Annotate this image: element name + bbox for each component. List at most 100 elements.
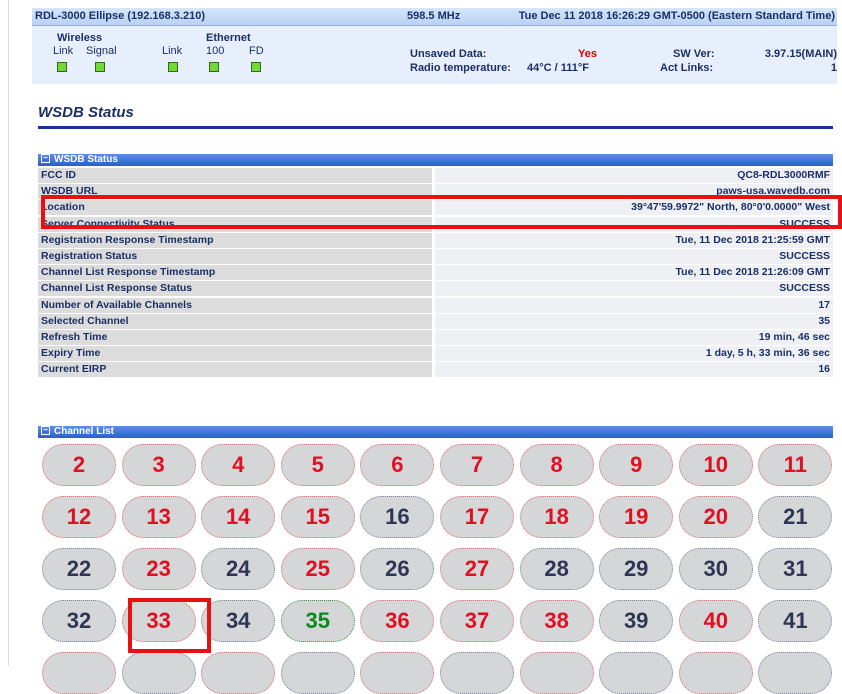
collapse-icon[interactable]: −	[41, 425, 50, 435]
channel-button[interactable]: 37	[440, 600, 514, 642]
channel-button[interactable]: 21	[758, 496, 833, 538]
row-key: Refresh Time	[38, 330, 432, 345]
row-key: Channel List Response Timestamp	[38, 265, 432, 281]
channel-button[interactable]	[121, 652, 196, 694]
channel-button[interactable]	[758, 652, 833, 694]
channel-button[interactable]: 19	[599, 496, 674, 538]
eth-100-led	[209, 62, 219, 72]
channel-button[interactable]: 28	[519, 548, 594, 590]
radio-temp-value: 44°C / 111°F	[527, 62, 590, 74]
table-row: Current EIRP 16	[38, 362, 833, 378]
channel-button[interactable]: 6	[360, 444, 435, 486]
channel-button[interactable]: 17	[440, 496, 514, 538]
table-row: Channel List Response Timestamp Tue, 11 D…	[38, 265, 833, 281]
channel-button[interactable]: 22	[42, 548, 116, 590]
row-key: Expiry Time	[38, 346, 432, 362]
channel-button[interactable]	[360, 652, 435, 694]
table-row: Selected Channel 35	[38, 313, 833, 330]
channel-button[interactable]: 16	[360, 496, 435, 538]
unsaved-data-label: Unsaved Data:	[410, 48, 487, 60]
channel-button[interactable]: 30	[678, 548, 753, 590]
channel-button[interactable]: 35	[280, 600, 355, 642]
channel-button[interactable]	[42, 652, 116, 694]
channel-button[interactable]: 29	[599, 548, 674, 590]
channel-button[interactable]: 38	[519, 600, 594, 642]
channel-button[interactable]: 2	[42, 444, 116, 486]
channel-button[interactable]: 39	[599, 600, 674, 642]
collapse-icon[interactable]: −	[41, 153, 50, 163]
table-row: Refresh Time 19 min, 46 sec	[38, 330, 833, 346]
channel-button[interactable]: 27	[440, 548, 514, 590]
row-value: QC8-RDL3000RMF	[435, 168, 833, 183]
row-key: Registration Status	[38, 249, 432, 264]
ethernet-label: Ethernet	[206, 32, 251, 44]
table-row: FCC ID QC8-RDL3000RMF	[38, 168, 833, 184]
device-name: RDL-3000 Ellipse (192.168.3.210)	[35, 10, 205, 22]
table-row: Expiry Time 1 day, 5 h, 33 min, 36 sec	[38, 346, 833, 362]
row-value: Tue, 11 Dec 2018 21:26:09 GMT	[435, 265, 833, 281]
channel-button[interactable]: 24	[201, 548, 276, 590]
wireless-signal-led	[95, 62, 105, 72]
row-value: SUCCESS	[435, 249, 833, 264]
channel-button[interactable]: 18	[519, 496, 594, 538]
channel-button[interactable]	[678, 652, 753, 694]
channel-button[interactable]: 7	[440, 444, 514, 486]
channel-button[interactable]: 8	[519, 444, 594, 486]
channel-button[interactable]: 41	[758, 600, 833, 642]
channel-button[interactable]: 4	[201, 444, 276, 486]
row-key: Number of Available Channels	[38, 297, 432, 313]
wsdb-status-header[interactable]: − WSDB Status	[38, 153, 833, 166]
eth-fd-led	[251, 62, 261, 72]
channel-button[interactable]: 9	[599, 444, 674, 486]
channel-button[interactable]: 15	[280, 496, 355, 538]
location-highlight-box	[41, 195, 842, 229]
table-row: Number of Available Channels 17	[38, 297, 833, 314]
eth-100-label: 100	[206, 45, 225, 57]
channel-button[interactable]	[599, 652, 674, 694]
channel-button[interactable]	[519, 652, 594, 694]
channel-button[interactable]: 13	[121, 496, 196, 538]
channel-button[interactable]: 40	[678, 600, 753, 642]
wireless-signal-label: Signal	[86, 45, 117, 57]
sw-ver-value: 3.97.15(MAIN)	[764, 48, 837, 60]
table-row: Registration Status SUCCESS	[38, 249, 833, 265]
datetime-readout: Tue Dec 11 2018 16:26:29 GMT-0500 (Easte…	[518, 10, 835, 22]
wireless-link-led	[57, 62, 67, 72]
channel-button[interactable]	[440, 652, 514, 694]
unsaved-data-value: Yes	[578, 48, 597, 60]
channel-button[interactable]: 12	[42, 496, 116, 538]
channel-button[interactable]: 3	[121, 444, 196, 486]
channel-button[interactable]: 26	[360, 548, 435, 590]
page-left-rule	[8, 0, 9, 666]
channel-button[interactable]: 11	[758, 444, 833, 486]
channel-button[interactable]: 36	[360, 600, 435, 642]
channel-button[interactable]: 32	[42, 600, 116, 642]
channel-list-header[interactable]: − Channel List	[38, 425, 833, 438]
wsdb-status-title: WSDB Status	[54, 154, 118, 165]
wireless-label: Wireless	[57, 32, 103, 44]
table-row: Channel List Response Status SUCCESS	[38, 281, 833, 297]
eth-link-led	[168, 62, 178, 72]
wireless-link-label: Link	[53, 45, 74, 57]
channel-button[interactable]: 31	[758, 548, 833, 590]
channel-button[interactable]: 14	[201, 496, 276, 538]
eth-fd-label: FD	[249, 45, 264, 57]
channel-33-highlight-box	[128, 598, 211, 653]
channel-button[interactable]: 5	[280, 444, 355, 486]
row-key: Channel List Response Status	[38, 281, 432, 297]
row-key: Registration Response Timestamp	[38, 232, 432, 248]
act-links-label: Act Links:	[660, 62, 714, 74]
channel-button[interactable]	[280, 652, 355, 694]
channel-button[interactable]: 20	[678, 496, 753, 538]
row-key: FCC ID	[38, 168, 432, 183]
channel-button[interactable]: 23	[121, 548, 196, 590]
row-key: Selected Channel	[38, 313, 432, 329]
eth-link-label: Link	[162, 45, 183, 57]
channel-button[interactable]: 10	[678, 444, 753, 486]
frequency-readout: 598.5 MHz	[407, 10, 461, 22]
channel-button[interactable]: 25	[280, 548, 355, 590]
channel-button[interactable]: 34	[201, 600, 276, 642]
row-value: SUCCESS	[435, 281, 833, 297]
channel-button[interactable]	[201, 652, 276, 694]
row-value: 35	[435, 313, 833, 329]
